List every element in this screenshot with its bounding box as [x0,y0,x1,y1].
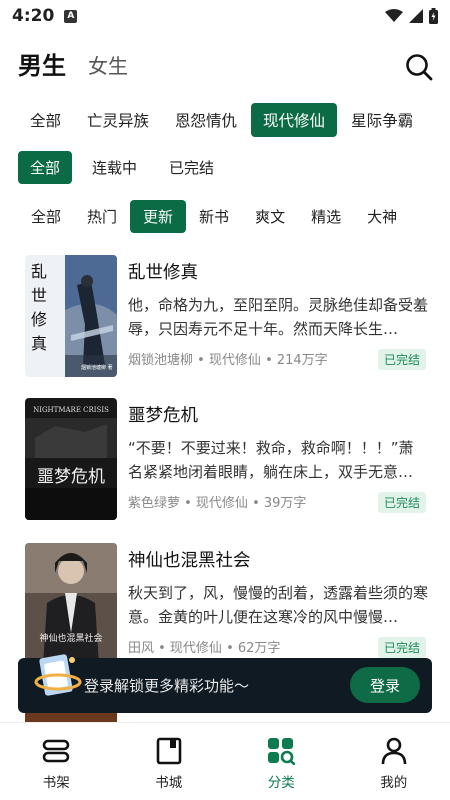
book-title[interactable]: 噩梦危机 [128,402,198,427]
nav-label: 我的 [380,775,408,791]
wifi-icon [385,9,403,22]
book-cover[interactable]: 乱 世 修 真 烟锁池塘柳 著 [25,255,117,377]
cover-author: 烟锁池塘柳 著 [81,364,113,371]
nav-bookstore[interactable]: 书城 [113,723,226,800]
status-time: 4:20 [12,6,55,26]
book-meta: 烟锁池塘柳 • 现代修仙 • 214万字 [128,353,328,368]
login-button[interactable]: 登录 [350,667,420,703]
tab-female[interactable]: 女生 [88,48,128,84]
battery-icon [429,8,438,24]
category-filter-row: 全部 亡灵异族 恩怨情仇 现代修仙 星际争霸 [0,103,450,137]
category-icon [268,738,296,765]
nav-category[interactable]: 分类 [225,723,338,800]
category-chip[interactable]: 全部 [18,103,73,137]
nav-bookshelf[interactable]: 书架 [0,723,113,800]
book-meta: 田风 • 现代修仙 • 62万字 [128,641,281,656]
sort-chip[interactable]: 大神 [354,200,410,233]
book-description: 秋天到了，风，慢慢的刮着，透露着些须的寒意。金黄的叶儿便在这寒冷的风中慢慢… [128,584,428,626]
cover-title-char: 乱 [31,262,47,281]
sort-chip[interactable]: 精选 [298,200,354,233]
book-meta: 紫色绿萝 • 现代修仙 • 39万字 [128,496,307,511]
book-title[interactable]: 神仙也混黑社会 [128,547,251,572]
status-bar: 4:20 A [0,0,450,32]
profile-icon [381,737,407,765]
unlock-gift-icon [34,654,82,696]
category-chip[interactable]: 亡灵异族 [75,103,161,137]
cover-subtitle: NIGHTMARE CRISIS [33,406,109,414]
category-chip-selected[interactable]: 现代修仙 [251,103,338,137]
status-badge: 已完结 [377,349,426,370]
login-banner: 登录解锁更多精彩功能～ 登录 [18,654,432,713]
bottom-nav: 书架 书城 分类 我的 [0,722,450,800]
sort-chip[interactable]: 爽文 [242,200,298,233]
bookstore-icon [156,737,182,765]
book-item[interactable]: 乱 世 修 真 烟锁池塘柳 著 乱世修真 他，命格为九，至阳至阴。灵脉绝佳却备受… [25,255,430,380]
nav-label: 书城 [155,775,183,791]
svg-text:真: 真 [31,334,47,353]
status-chip[interactable]: 已完结 [157,151,226,184]
cover-title: 噩梦危机 [37,467,105,487]
book-item[interactable]: 神仙也混黑社会 神仙也混黑社会 秋天到了，风，慢慢的刮着，透露着些须的寒意。金黄… [25,543,430,668]
sort-chip[interactable]: 热门 [74,200,130,233]
book-cover-partial [25,712,117,722]
sort-chip-selected[interactable]: 更新 [130,200,187,233]
nav-label: 分类 [267,775,295,791]
category-chip[interactable]: 星际争霸 [339,103,425,137]
status-icons [385,8,438,24]
book-description: 他，命格为九，至阳至阴。灵脉绝佳却备受羞辱，只因寿元不足十年。然而天降长生… [128,296,428,338]
sort-chip[interactable]: 新书 [186,200,242,233]
search-icon[interactable] [404,52,434,82]
book-item[interactable]: NIGHTMARE CRISIS 噩梦危机 噩梦危机 “不要！不要过来！救命，救… [25,398,430,523]
signal-icon [409,9,423,23]
sort-filter-row: 全部 热门 更新 新书 爽文 精选 大神 [0,200,450,233]
nav-profile[interactable]: 我的 [338,723,450,800]
status-chip-selected[interactable]: 全部 [18,151,73,184]
notification-icon: A [64,9,78,23]
status-filter-row: 全部 连载中 已完结 [0,151,450,184]
category-chip[interactable]: 恩怨情仇 [163,103,249,137]
book-cover[interactable]: NIGHTMARE CRISIS 噩梦危机 [25,398,117,520]
gender-tabs: 男生 女生 [16,48,128,84]
status-chip[interactable]: 连载中 [80,151,149,184]
sort-chip[interactable]: 全部 [18,200,74,233]
bookshelf-icon [42,739,70,763]
cover-title: 神仙也混黑社会 [39,632,102,644]
book-cover[interactable]: 神仙也混黑社会 [25,543,117,665]
book-description: “不要！不要过来！救命，救命啊！！！”萧名紧紧地闭着眼睛，躺在床上，双手无意… [128,439,414,481]
login-banner-text: 登录解锁更多精彩功能～ [84,677,250,695]
book-title[interactable]: 乱世修真 [128,259,198,284]
nav-label: 书架 [42,775,70,791]
status-badge: 已完结 [377,492,426,513]
svg-text:世: 世 [31,286,47,305]
svg-text:修: 修 [31,310,47,329]
status-badge: 已完结 [377,637,426,658]
tab-male[interactable]: 男生 [16,48,66,84]
